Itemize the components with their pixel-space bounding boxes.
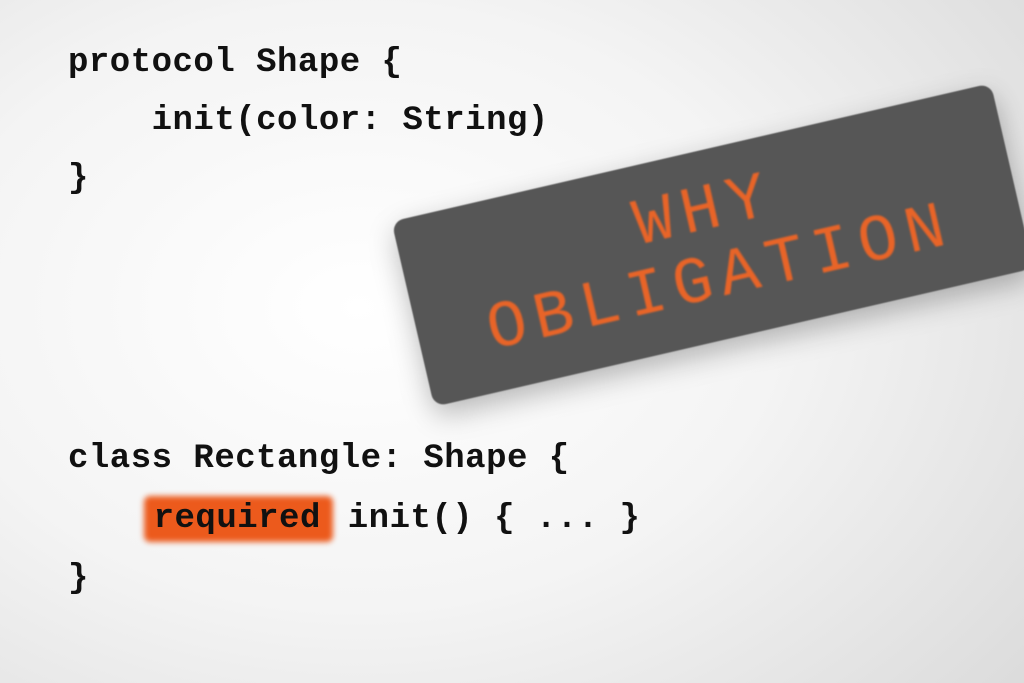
code-indent: [68, 500, 152, 538]
required-keyword: required: [152, 500, 327, 538]
code-line-1: protocol Shape {: [68, 44, 402, 82]
slide-canvas: protocol Shape { init(color: String) } c…: [0, 0, 1024, 683]
code-text: init(color: String): [152, 102, 549, 140]
code-text: init() { ... }: [327, 500, 641, 538]
code-line-2: init(color: String): [68, 102, 549, 140]
code-line-6: }: [68, 560, 89, 598]
code-line-5: required init() { ... }: [68, 500, 640, 538]
code-line-4: class Rectangle: Shape {: [68, 440, 570, 478]
code-indent: [68, 102, 152, 140]
code-line-3: }: [68, 160, 89, 198]
required-keyword-highlight: required: [152, 500, 327, 538]
